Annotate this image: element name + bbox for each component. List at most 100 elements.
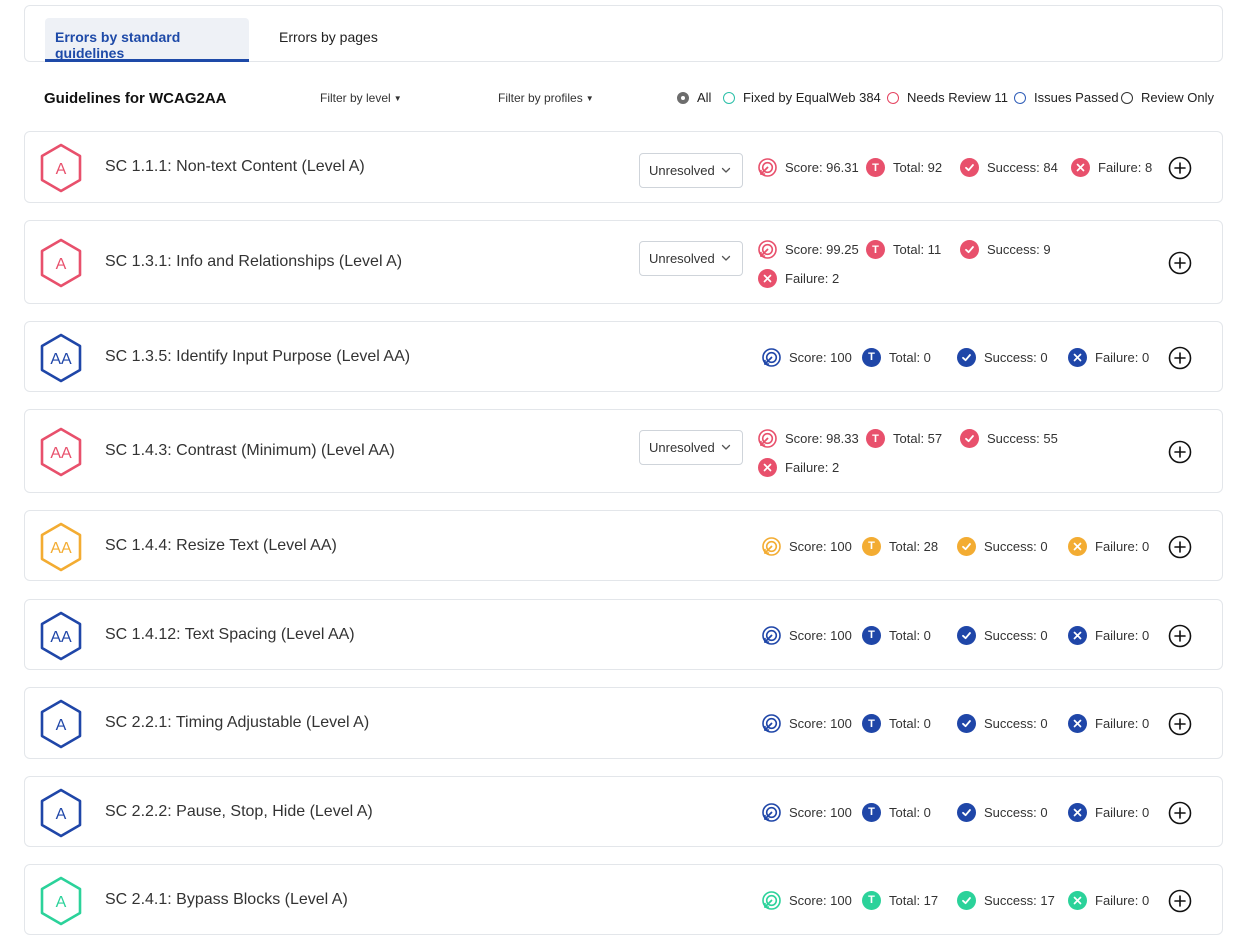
success-stat-label: Success: 0 [984, 804, 1048, 820]
check-circle-icon [957, 802, 976, 822]
total-badge-icon: T [866, 158, 885, 177]
score-stat: Score: 98.33 [757, 428, 859, 449]
success-stat: Success: 0 [957, 625, 1048, 645]
tab-errors-by-pages[interactable]: Errors by pages [269, 18, 388, 62]
success-stat-label: Success: 17 [984, 892, 1055, 908]
score-stat: Score: 100 [761, 347, 852, 368]
plus-circle-icon [1168, 251, 1192, 275]
filter-by-level-button[interactable]: Filter by level ▼ [320, 91, 402, 105]
level-hexagon-icon: AA [39, 522, 83, 572]
score-stat-label: Score: 100 [789, 892, 852, 908]
radio-fixed-by-equalweb[interactable]: Fixed by EqualWeb 384 [723, 90, 881, 105]
expand-plus-button[interactable] [1168, 346, 1192, 370]
total-badge-icon: T [866, 429, 885, 448]
radio-circle-icon [887, 91, 899, 104]
radio-issues-passed[interactable]: Issues Passed [1014, 90, 1119, 105]
level-hexagon-icon: A [39, 143, 83, 193]
status-dropdown-value: Unresolved [649, 163, 715, 178]
tabs-card: Errors by standard guidelines Errors by … [24, 5, 1223, 62]
svg-text:A: A [56, 806, 67, 823]
radio-all[interactable]: All [677, 90, 711, 105]
plus-circle-icon [1168, 440, 1192, 464]
total-stat: T Total: 57 [866, 429, 942, 448]
failure-stat-label: Failure: 0 [1095, 349, 1150, 365]
failure-stat-label: Failure: 2 [785, 271, 840, 286]
level-hexagon-icon: AA [39, 427, 83, 477]
expand-plus-button[interactable] [1168, 712, 1192, 736]
guideline-row: AA SC 1.4.3: Contrast (Minimum) (Level AA… [24, 409, 1223, 493]
expand-plus-button[interactable] [1168, 156, 1192, 180]
tab-errors-by-guidelines[interactable]: Errors by standard guidelines [45, 18, 249, 62]
success-stat-label: Success: 55 [987, 431, 1058, 446]
score-target-icon [762, 347, 781, 367]
total-stat: T Total: 0 [862, 802, 931, 822]
radio-review-only[interactable]: Review Only [1121, 90, 1214, 105]
score-stat: Score: 100 [761, 536, 852, 557]
failure-stat-label: Failure: 0 [1095, 538, 1150, 554]
total-stat: T Total: 0 [862, 714, 931, 733]
success-stat: Success: 17 [957, 890, 1055, 910]
failure-stat: Failure: 0 [1068, 802, 1150, 822]
x-circle-icon [758, 458, 777, 477]
total-stat: T Total: 28 [862, 536, 938, 556]
expand-plus-button[interactable] [1168, 535, 1192, 559]
filter-by-level-label: Filter by level [320, 91, 391, 105]
score-target-icon [758, 158, 777, 177]
level-hexagon-icon: A [39, 238, 83, 288]
guideline-title: SC 2.4.1: Bypass Blocks (Level A) [105, 890, 348, 908]
success-stat: Success: 9 [960, 240, 1051, 259]
status-dropdown[interactable]: Unresolved [639, 153, 743, 188]
caret-down-icon: ▼ [393, 94, 402, 103]
success-stat-label: Success: 0 [984, 627, 1048, 643]
check-circle-icon [957, 625, 976, 645]
score-stat-label: Score: 98.33 [785, 431, 859, 446]
check-circle-icon [957, 347, 976, 367]
score-stat-label: Score: 96.31 [785, 160, 859, 175]
guideline-row: A SC 2.2.2: Pause, Stop, Hide (Level A) Sc… [24, 776, 1223, 847]
plus-circle-icon [1168, 624, 1192, 647]
failure-stat-label: Failure: 0 [1095, 804, 1150, 820]
success-stat: Success: 84 [960, 158, 1058, 177]
svg-text:AA: AA [50, 351, 72, 368]
guideline-row: A SC 1.1.1: Non-text Content (Level A) Unr… [24, 131, 1223, 203]
failure-stat-label: Failure: 0 [1095, 627, 1150, 643]
expand-plus-button[interactable] [1168, 251, 1192, 275]
check-circle-icon [957, 536, 976, 556]
guideline-row: A SC 2.4.1: Bypass Blocks (Level A) Score:… [24, 864, 1223, 935]
total-stat-label: Total: 92 [893, 160, 943, 175]
guideline-row: A SC 1.3.1: Info and Relationships (Level… [24, 220, 1223, 304]
svg-text:A: A [56, 256, 67, 273]
expand-plus-button[interactable] [1168, 624, 1192, 648]
expand-plus-button[interactable] [1168, 801, 1192, 825]
guideline-title: SC 1.4.3: Contrast (Minimum) (Level AA) [105, 442, 395, 459]
status-dropdown[interactable]: Unresolved [639, 430, 743, 465]
total-badge-icon: T [862, 802, 881, 822]
score-stat-label: Score: 100 [789, 349, 852, 365]
guideline-row: AA SC 1.4.4: Resize Text (Level AA) Score:… [24, 510, 1223, 581]
guideline-title: SC 1.4.4: Resize Text (Level AA) [105, 536, 337, 554]
score-target-icon [762, 890, 781, 910]
total-stat: T Total: 92 [866, 158, 942, 177]
total-badge-icon: T [862, 536, 881, 556]
status-dropdown[interactable]: Unresolved [639, 241, 743, 276]
total-badge-icon: T [866, 240, 885, 259]
total-stat: T Total: 0 [862, 347, 931, 367]
total-stat-label: Total: 17 [889, 892, 939, 908]
level-hexagon-icon: A [39, 699, 83, 749]
filter-by-profiles-button[interactable]: Filter by profiles ▼ [498, 91, 594, 105]
success-stat-label: Success: 9 [987, 242, 1051, 257]
expand-plus-button[interactable] [1168, 889, 1192, 913]
filter-by-profiles-label: Filter by profiles [498, 91, 583, 105]
total-badge-icon: T [862, 347, 881, 367]
expand-plus-button[interactable] [1168, 440, 1192, 464]
total-stat-label: Total: 0 [889, 349, 931, 365]
guideline-row: A SC 2.2.1: Timing Adjustable (Level A) Sc… [24, 687, 1223, 759]
caret-down-icon: ▼ [585, 94, 594, 103]
plus-circle-icon [1168, 889, 1192, 912]
score-target-icon [758, 240, 777, 259]
failure-stat-label: Failure: 0 [1095, 892, 1150, 908]
total-badge-icon: T [862, 625, 881, 645]
success-stat: Success: 55 [960, 429, 1058, 448]
success-stat-label: Success: 0 [984, 716, 1048, 731]
radio-needs-review[interactable]: Needs Review 11 [887, 90, 1008, 105]
